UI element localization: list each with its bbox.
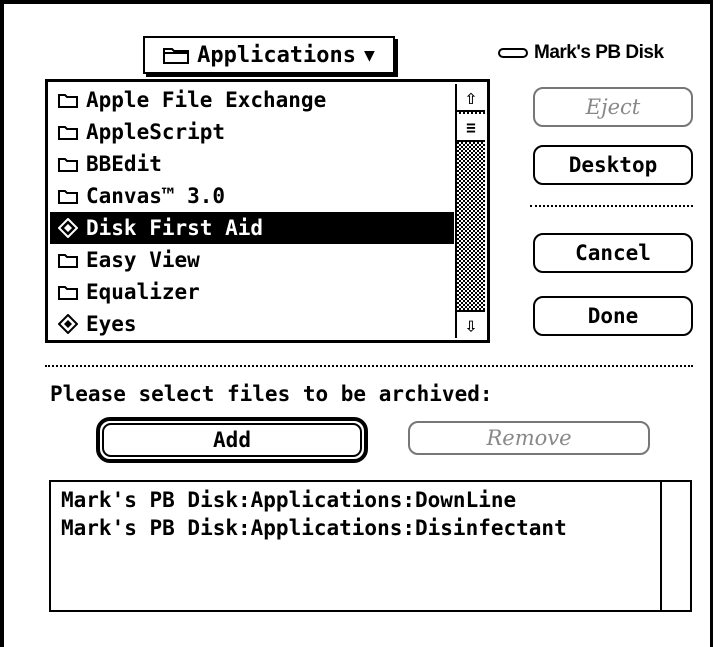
folder-icon <box>58 154 78 174</box>
scroll-up-arrow-icon[interactable]: ⇧ <box>457 84 485 112</box>
divider <box>45 365 693 367</box>
application-icon <box>58 218 78 238</box>
selected-files-scrollbar[interactable] <box>660 482 690 610</box>
file-list-scrollbar[interactable]: ⇧ ≡ ⇩ <box>455 84 485 338</box>
file-list-box: Apple File Exchange AppleScript BBEdit Canv… <box>45 79 490 343</box>
scroll-thumb[interactable]: ≡ <box>457 114 485 142</box>
divider <box>530 205 693 207</box>
list-item-label: Equalizer <box>86 280 200 304</box>
remove-button[interactable]: Remove <box>408 421 650 455</box>
file-list: Apple File Exchange AppleScript BBEdit Canv… <box>50 84 454 338</box>
application-icon <box>58 314 78 334</box>
add-button[interactable]: Add <box>102 423 362 457</box>
list-item-label: Apple File Exchange <box>86 88 327 112</box>
list-item-label: Eyes <box>86 312 137 336</box>
folder-icon <box>58 90 78 110</box>
prompt-text: Please select files to be archived: <box>50 382 493 406</box>
folder-icon <box>58 282 78 302</box>
desktop-button[interactable]: Desktop <box>533 145 693 185</box>
list-item[interactable]: Easy View <box>50 244 454 276</box>
list-item[interactable]: BBEdit <box>50 148 454 180</box>
volume-label: Mark's PB Disk <box>498 42 664 64</box>
list-item-label: Canvas™ 3.0 <box>86 184 226 208</box>
list-item-label: AppleScript <box>86 120 226 144</box>
volume-name: Mark's PB Disk <box>534 42 664 63</box>
list-item-label: Easy View <box>86 248 200 272</box>
done-button[interactable]: Done <box>533 296 693 336</box>
scroll-down-arrow-icon[interactable]: ⇩ <box>457 310 485 338</box>
selected-file-item[interactable]: Mark's PB Disk:Applications:DownLine <box>61 486 567 514</box>
folder-icon <box>163 46 190 64</box>
list-item-label: BBEdit <box>86 152 162 176</box>
folder-icon <box>58 186 78 206</box>
selected-files-list: Mark's PB Disk:Applications:DownLine Mark… <box>61 486 567 542</box>
list-item[interactable]: Eyes <box>50 308 454 338</box>
selected-file-item[interactable]: Mark's PB Disk:Applications:Disinfectant <box>61 514 567 542</box>
list-item[interactable]: Apple File Exchange <box>50 84 454 116</box>
list-item-label: Disk First Aid <box>86 216 264 240</box>
list-item[interactable]: Disk First Aid <box>50 212 454 244</box>
folder-icon <box>58 122 78 142</box>
folder-icon <box>58 250 78 270</box>
folder-popup-label: Applications <box>197 42 357 68</box>
selected-files-box[interactable]: Mark's PB Disk:Applications:DownLine Mark… <box>49 480 692 612</box>
list-item[interactable]: AppleScript <box>50 116 454 148</box>
list-item[interactable]: Canvas™ 3.0 <box>50 180 454 212</box>
folder-popup-menu[interactable]: Applications ▼ <box>143 36 395 74</box>
list-item[interactable]: Equalizer <box>50 276 454 308</box>
disk-icon <box>498 48 528 58</box>
cancel-button[interactable]: Cancel <box>533 233 693 273</box>
eject-button[interactable]: Eject <box>533 87 693 127</box>
chevron-down-icon: ▼ <box>364 44 375 66</box>
